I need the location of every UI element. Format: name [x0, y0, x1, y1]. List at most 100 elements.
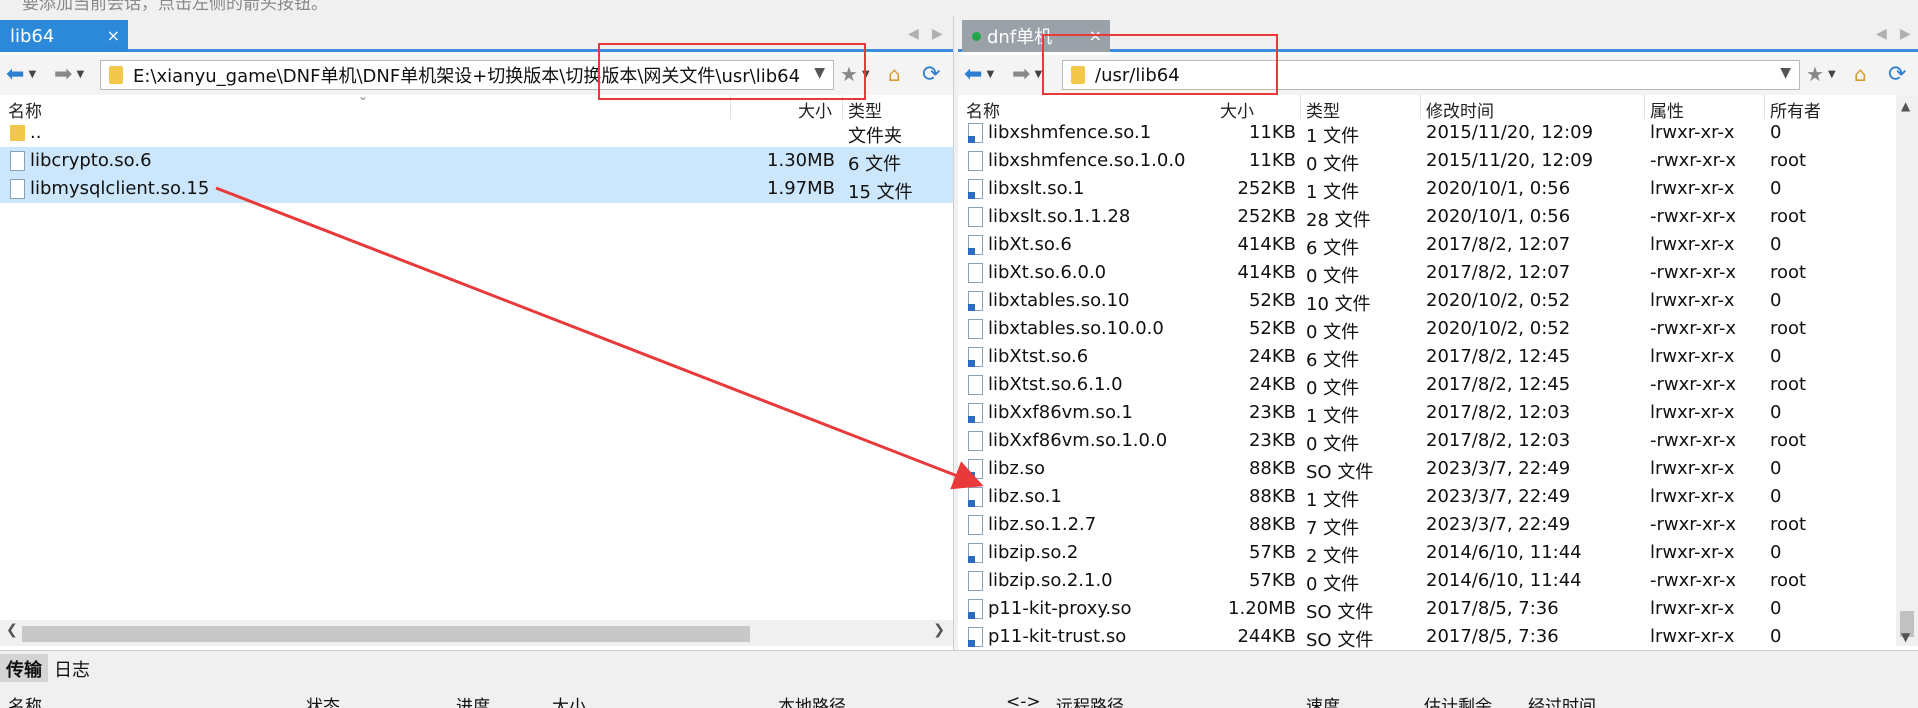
- file-mtime: 2015/11/20, 12:09: [1426, 150, 1594, 171]
- table-row[interactable]: libXxf86vm.so.1 23KB 1 文件 2017/8/2, 12:03 lr…: [958, 399, 1918, 427]
- file-mtime: 2023/3/7, 22:49: [1426, 458, 1571, 479]
- table-row[interactable]: p11-kit-trust.so 244KB SO 文件 2017/8/5, 7:36…: [958, 623, 1918, 651]
- tab-local-lib64[interactable]: lib64 ×: [0, 20, 128, 52]
- file-size: 1.30MB: [767, 150, 835, 171]
- file-type: SO 文件: [1306, 462, 1374, 483]
- file-type: 0 文件: [1306, 434, 1360, 455]
- file-icon: [968, 515, 983, 535]
- chevron-down-icon[interactable]: ▼: [1780, 65, 1791, 81]
- table-row[interactable]: libXxf86vm.so.1.0.0 23KB 0 文件 2017/8/2, 12:…: [958, 427, 1918, 455]
- file-owner: 0: [1770, 346, 1782, 367]
- table-row[interactable]: libxslt.so.1 252KB 1 文件 2020/10/1, 0:56 lrwx…: [958, 175, 1918, 203]
- symlink-file-icon: [968, 291, 983, 311]
- file-attr: -rwxr-xr-x: [1650, 262, 1737, 283]
- table-row[interactable]: libXtst.so.6.1.0 24KB 0 文件 2017/8/2, 12:45 -…: [958, 371, 1918, 399]
- table-row[interactable]: libxshmfence.so.1 11KB 1 文件 2015/11/20, 12:…: [958, 119, 1918, 147]
- file-name: libz.so.1: [988, 486, 1062, 507]
- tab-next-icon[interactable]: ▶: [932, 26, 943, 42]
- local-file-list: .. 文件夹 libcrypto.so.6 1.30MB 6 文件 libmys…: [0, 119, 953, 203]
- tab-prev-icon[interactable]: ◀: [908, 26, 919, 42]
- table-row[interactable]: libxtables.so.10 52KB 10 文件 2020/10/2, 0:52…: [958, 287, 1918, 315]
- table-row[interactable]: libxslt.so.1.1.28 252KB 28 文件 2020/10/1, 0:…: [958, 203, 1918, 231]
- col-remote-path[interactable]: 远程路径: [1056, 692, 1124, 708]
- file-attr: -rwxr-xr-x: [1650, 374, 1737, 395]
- scroll-right-icon[interactable]: ❯: [933, 622, 945, 638]
- col-progress[interactable]: 进度: [456, 692, 490, 708]
- tab-transfer[interactable]: 传输: [0, 654, 48, 682]
- file-attr: lrwxr-xr-x: [1650, 598, 1735, 619]
- file-size: 414KB: [1237, 262, 1296, 283]
- table-row[interactable]: libXtst.so.6 24KB 6 文件 2017/8/2, 12:45 lrwxr…: [958, 343, 1918, 371]
- forward-icon[interactable]: ➡ ▼: [54, 61, 84, 87]
- local-pane: lib64 × ◀ ▶ ⬅ ▼ ➡ ▼ E:\xianyu_game\DNF单机\D…: [0, 16, 954, 650]
- col-name[interactable]: 名称: [8, 692, 42, 708]
- tab-log[interactable]: 日志: [48, 654, 96, 682]
- col-direction[interactable]: <->: [1006, 692, 1041, 708]
- table-row[interactable]: libcrypto.so.6 1.30MB 6 文件: [0, 147, 953, 175]
- col-status[interactable]: 状态: [306, 692, 340, 708]
- scroll-down-icon[interactable]: ▼: [1901, 630, 1910, 644]
- file-owner: 0: [1770, 402, 1782, 423]
- file-size: 57KB: [1248, 542, 1296, 563]
- table-row[interactable]: libxtables.so.10.0.0 52KB 0 文件 2020/10/2, 0…: [958, 315, 1918, 343]
- table-row[interactable]: libXt.so.6.0.0 414KB 0 文件 2017/8/2, 12:07 -r…: [958, 259, 1918, 287]
- local-horizontal-scrollbar[interactable]: ❮ ❯: [0, 620, 953, 646]
- file-name: p11-kit-proxy.so: [988, 598, 1132, 619]
- parent-dir-row[interactable]: .. 文件夹: [0, 119, 953, 147]
- symlink-file-icon: [968, 599, 983, 619]
- table-row[interactable]: libz.so.1 88KB 1 文件 2023/3/7, 22:49 lrwxr-xr…: [958, 483, 1918, 511]
- file-mtime: 2020/10/2, 0:52: [1426, 318, 1571, 339]
- star-icon[interactable]: ★ ▼: [1806, 61, 1836, 87]
- file-attr: -rwxr-xr-x: [1650, 430, 1737, 451]
- home-folder-icon[interactable]: ⌂: [888, 61, 901, 87]
- back-icon[interactable]: ⬅ ▼: [6, 61, 36, 87]
- refresh-icon[interactable]: ⟳: [1888, 61, 1906, 87]
- file-type: 1 文件: [1306, 406, 1360, 427]
- col-elapsed[interactable]: 经过时间: [1528, 692, 1596, 708]
- forward-icon[interactable]: ➡ ▼: [1012, 61, 1042, 87]
- scroll-thumb[interactable]: [22, 626, 750, 642]
- col-local-path[interactable]: 本地路径: [778, 692, 846, 708]
- file-icon: [968, 571, 983, 591]
- scroll-up-icon[interactable]: ▲: [1901, 99, 1910, 113]
- file-icon: [968, 319, 983, 339]
- file-owner: root: [1770, 150, 1807, 171]
- file-size: 11KB: [1248, 150, 1296, 171]
- table-row[interactable]: libzip.so.2 57KB 2 文件 2014/6/10, 11:44 lrwxr…: [958, 539, 1918, 567]
- connected-status-icon: [972, 31, 981, 41]
- back-icon[interactable]: ⬅ ▼: [964, 61, 994, 87]
- file-mtime: 2017/8/2, 12:45: [1426, 346, 1571, 367]
- refresh-icon[interactable]: ⟳: [922, 61, 940, 87]
- tab-prev-icon[interactable]: ◀: [1876, 26, 1887, 42]
- file-owner: root: [1770, 374, 1807, 395]
- file-attr: -rwxr-xr-x: [1650, 570, 1737, 591]
- file-mtime: 2017/8/2, 12:03: [1426, 430, 1571, 451]
- folder-icon: [10, 125, 25, 141]
- file-size: 11KB: [1248, 122, 1296, 143]
- home-folder-icon[interactable]: ⌂: [1854, 61, 1867, 87]
- symlink-file-icon: [968, 123, 983, 143]
- file-size: 1.20MB: [1228, 598, 1296, 619]
- table-row[interactable]: libzip.so.2.1.0 57KB 0 文件 2014/6/10, 11:44 -…: [958, 567, 1918, 595]
- table-row[interactable]: p11-kit-proxy.so 1.20MB SO 文件 2017/8/5, 7:3…: [958, 595, 1918, 623]
- close-icon[interactable]: ×: [107, 26, 120, 45]
- file-size: 57KB: [1248, 570, 1296, 591]
- table-row[interactable]: libz.so.1.2.7 88KB 7 文件 2023/3/7, 22:49 -rwx…: [958, 511, 1918, 539]
- file-name: libxslt.so.1.1.28: [988, 206, 1131, 227]
- file-type: 6 文件: [848, 154, 902, 175]
- col-eta[interactable]: 估计剩余...: [1424, 692, 1508, 708]
- table-row[interactable]: libmysqlclient.so.15 1.97MB 15 文件: [0, 175, 953, 203]
- file-size: 24KB: [1248, 346, 1296, 367]
- remote-vertical-scrollbar[interactable]: ▲ ▼: [1896, 95, 1918, 646]
- file-name: libxtables.so.10: [988, 290, 1130, 311]
- file-icon: [10, 179, 25, 199]
- symlink-file-icon: [968, 347, 983, 367]
- scroll-left-icon[interactable]: ❮: [6, 622, 18, 638]
- col-size[interactable]: 大小: [552, 692, 586, 708]
- tab-next-icon[interactable]: ▶: [1900, 26, 1911, 42]
- table-row[interactable]: libXt.so.6 414KB 6 文件 2017/8/2, 12:07 lrwxr-…: [958, 231, 1918, 259]
- table-row[interactable]: libxshmfence.so.1.0.0 11KB 0 文件 2015/11/20,…: [958, 147, 1918, 175]
- file-mtime: 2014/6/10, 11:44: [1426, 570, 1582, 591]
- table-row[interactable]: libz.so 88KB SO 文件 2023/3/7, 22:49 lrwxr-xr-…: [958, 455, 1918, 483]
- col-speed[interactable]: 速度: [1306, 692, 1340, 708]
